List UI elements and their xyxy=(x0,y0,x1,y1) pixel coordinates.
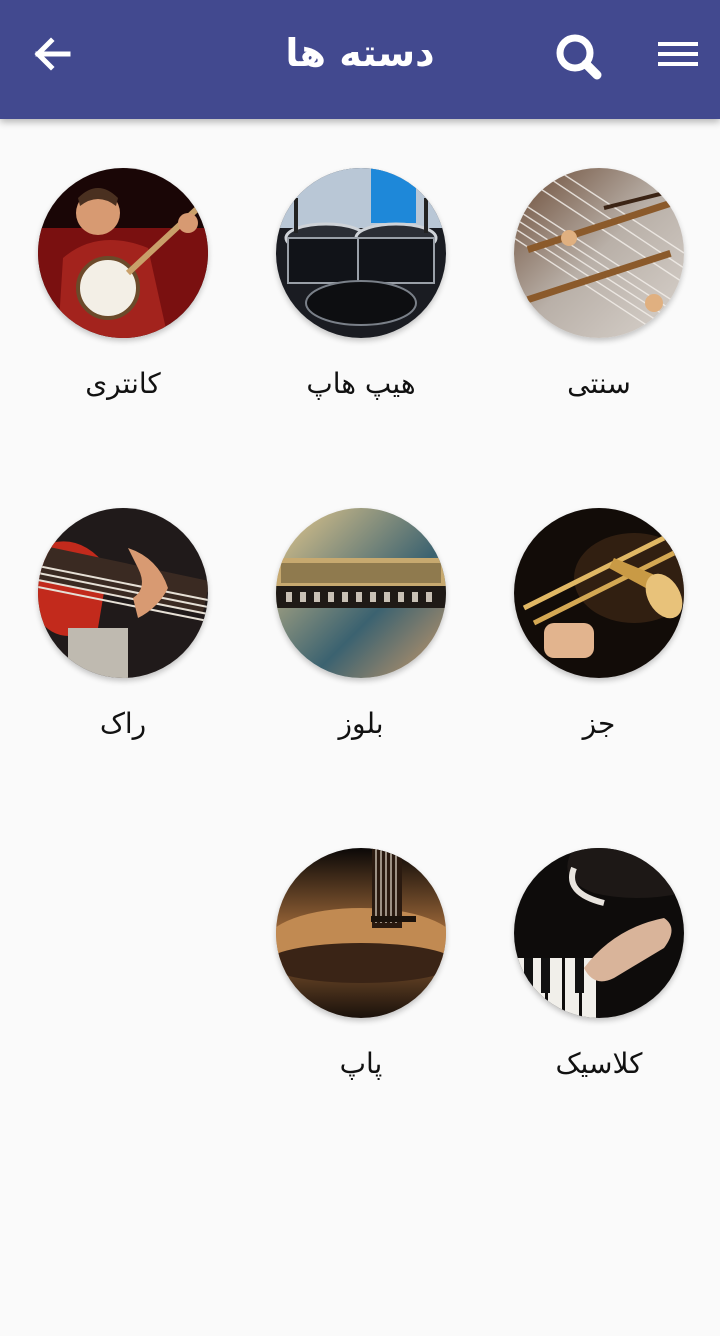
category-image xyxy=(514,168,684,338)
santur-icon xyxy=(514,168,684,338)
category-classical[interactable]: کلاسیک xyxy=(514,848,684,1084)
harmonica-icon xyxy=(276,508,446,678)
category-image xyxy=(38,168,208,338)
category-rock[interactable]: راک xyxy=(38,508,208,744)
app-bar: دسته ها xyxy=(0,0,720,119)
piano-icon xyxy=(514,848,684,1018)
category-label: هیپ هاپ xyxy=(306,367,416,400)
banjo-player-icon xyxy=(38,168,208,338)
category-traditional[interactable]: سنتی xyxy=(514,168,684,404)
category-image xyxy=(276,508,446,678)
category-label: راک xyxy=(99,707,147,740)
bass-guitar-icon xyxy=(38,508,208,678)
category-jazz[interactable]: جز xyxy=(514,508,684,744)
category-country[interactable]: کانتری xyxy=(38,168,208,404)
category-label: جز xyxy=(582,707,616,740)
category-image xyxy=(514,848,684,1018)
category-label: پاپ xyxy=(339,1047,383,1080)
category-label: کانتری xyxy=(85,367,161,400)
category-label: بلوز xyxy=(338,707,384,740)
category-label: سنتی xyxy=(567,367,631,400)
category-pop[interactable]: پاپ xyxy=(276,848,446,1084)
trombone-icon xyxy=(514,508,684,678)
search-icon xyxy=(556,34,602,80)
category-image xyxy=(38,508,208,678)
category-hiphop[interactable]: هیپ هاپ xyxy=(276,168,446,404)
acoustic-guitar-icon xyxy=(276,848,446,1018)
category-image xyxy=(276,848,446,1018)
search-button[interactable] xyxy=(549,26,609,86)
menu-button[interactable] xyxy=(648,24,708,84)
category-blues[interactable]: بلوز xyxy=(276,508,446,744)
category-image xyxy=(276,168,446,338)
category-label: کلاسیک xyxy=(555,1047,643,1080)
hamburger-menu-icon xyxy=(658,42,698,66)
page-title: دسته ها xyxy=(285,31,435,75)
category-image xyxy=(514,508,684,678)
drum-kit-icon xyxy=(276,168,446,338)
